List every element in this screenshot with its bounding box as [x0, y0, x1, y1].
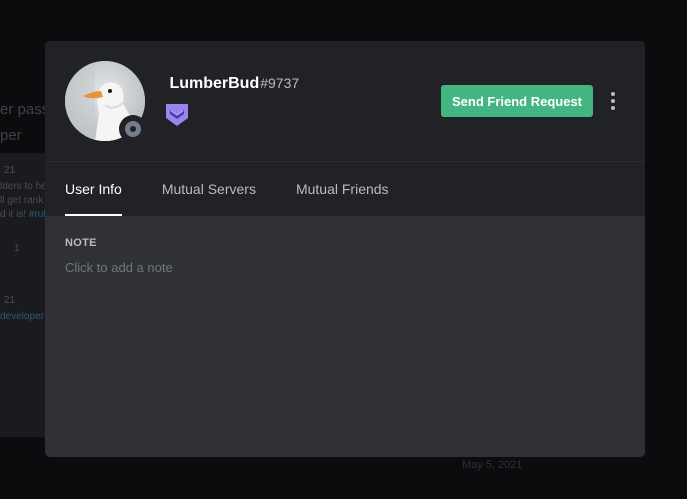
offline-status-icon: [125, 121, 141, 137]
profile-header: ⁣ LumberBud⁣ #9737 Send Friend Request U…: [45, 41, 645, 216]
tab-mutual-servers[interactable]: Mutual Servers: [162, 162, 256, 216]
background-snippet: 21: [4, 295, 16, 306]
background-text: per: [0, 127, 22, 144]
background-snippet: d it is! #rul: [0, 209, 46, 220]
background-snippet: 21: [4, 165, 16, 176]
background-date: May 5, 2021: [462, 459, 523, 471]
send-friend-request-button[interactable]: Send Friend Request: [441, 85, 593, 117]
tab-user-info[interactable]: User Info: [65, 162, 122, 216]
background-snippet: lders to he: [0, 181, 47, 192]
more-options-icon[interactable]: [607, 89, 619, 113]
status-indicator: [119, 115, 147, 143]
background-snippet: developer: [0, 311, 44, 322]
profile-tabs: User Info Mutual Servers Mutual Friends: [65, 162, 429, 217]
username-row: ⁣ LumberBud⁣ #9737: [165, 75, 299, 93]
avatar-wrapper: [65, 61, 147, 143]
background-snippet: ll get rank: [0, 195, 44, 206]
background-snippet: 1: [14, 243, 20, 254]
note-heading: NOTE: [65, 237, 97, 249]
tab-mutual-friends[interactable]: Mutual Friends: [296, 162, 389, 216]
username: ⁣ LumberBud⁣: [165, 75, 260, 92]
discriminator: #9737: [260, 75, 300, 91]
background-text: er pass: [0, 101, 50, 118]
user-profile-modal: ⁣ LumberBud⁣ #9737 Send Friend Request U…: [45, 41, 645, 457]
hypesquad-badge-icon[interactable]: [165, 103, 189, 127]
note-input[interactable]: [65, 257, 365, 277]
